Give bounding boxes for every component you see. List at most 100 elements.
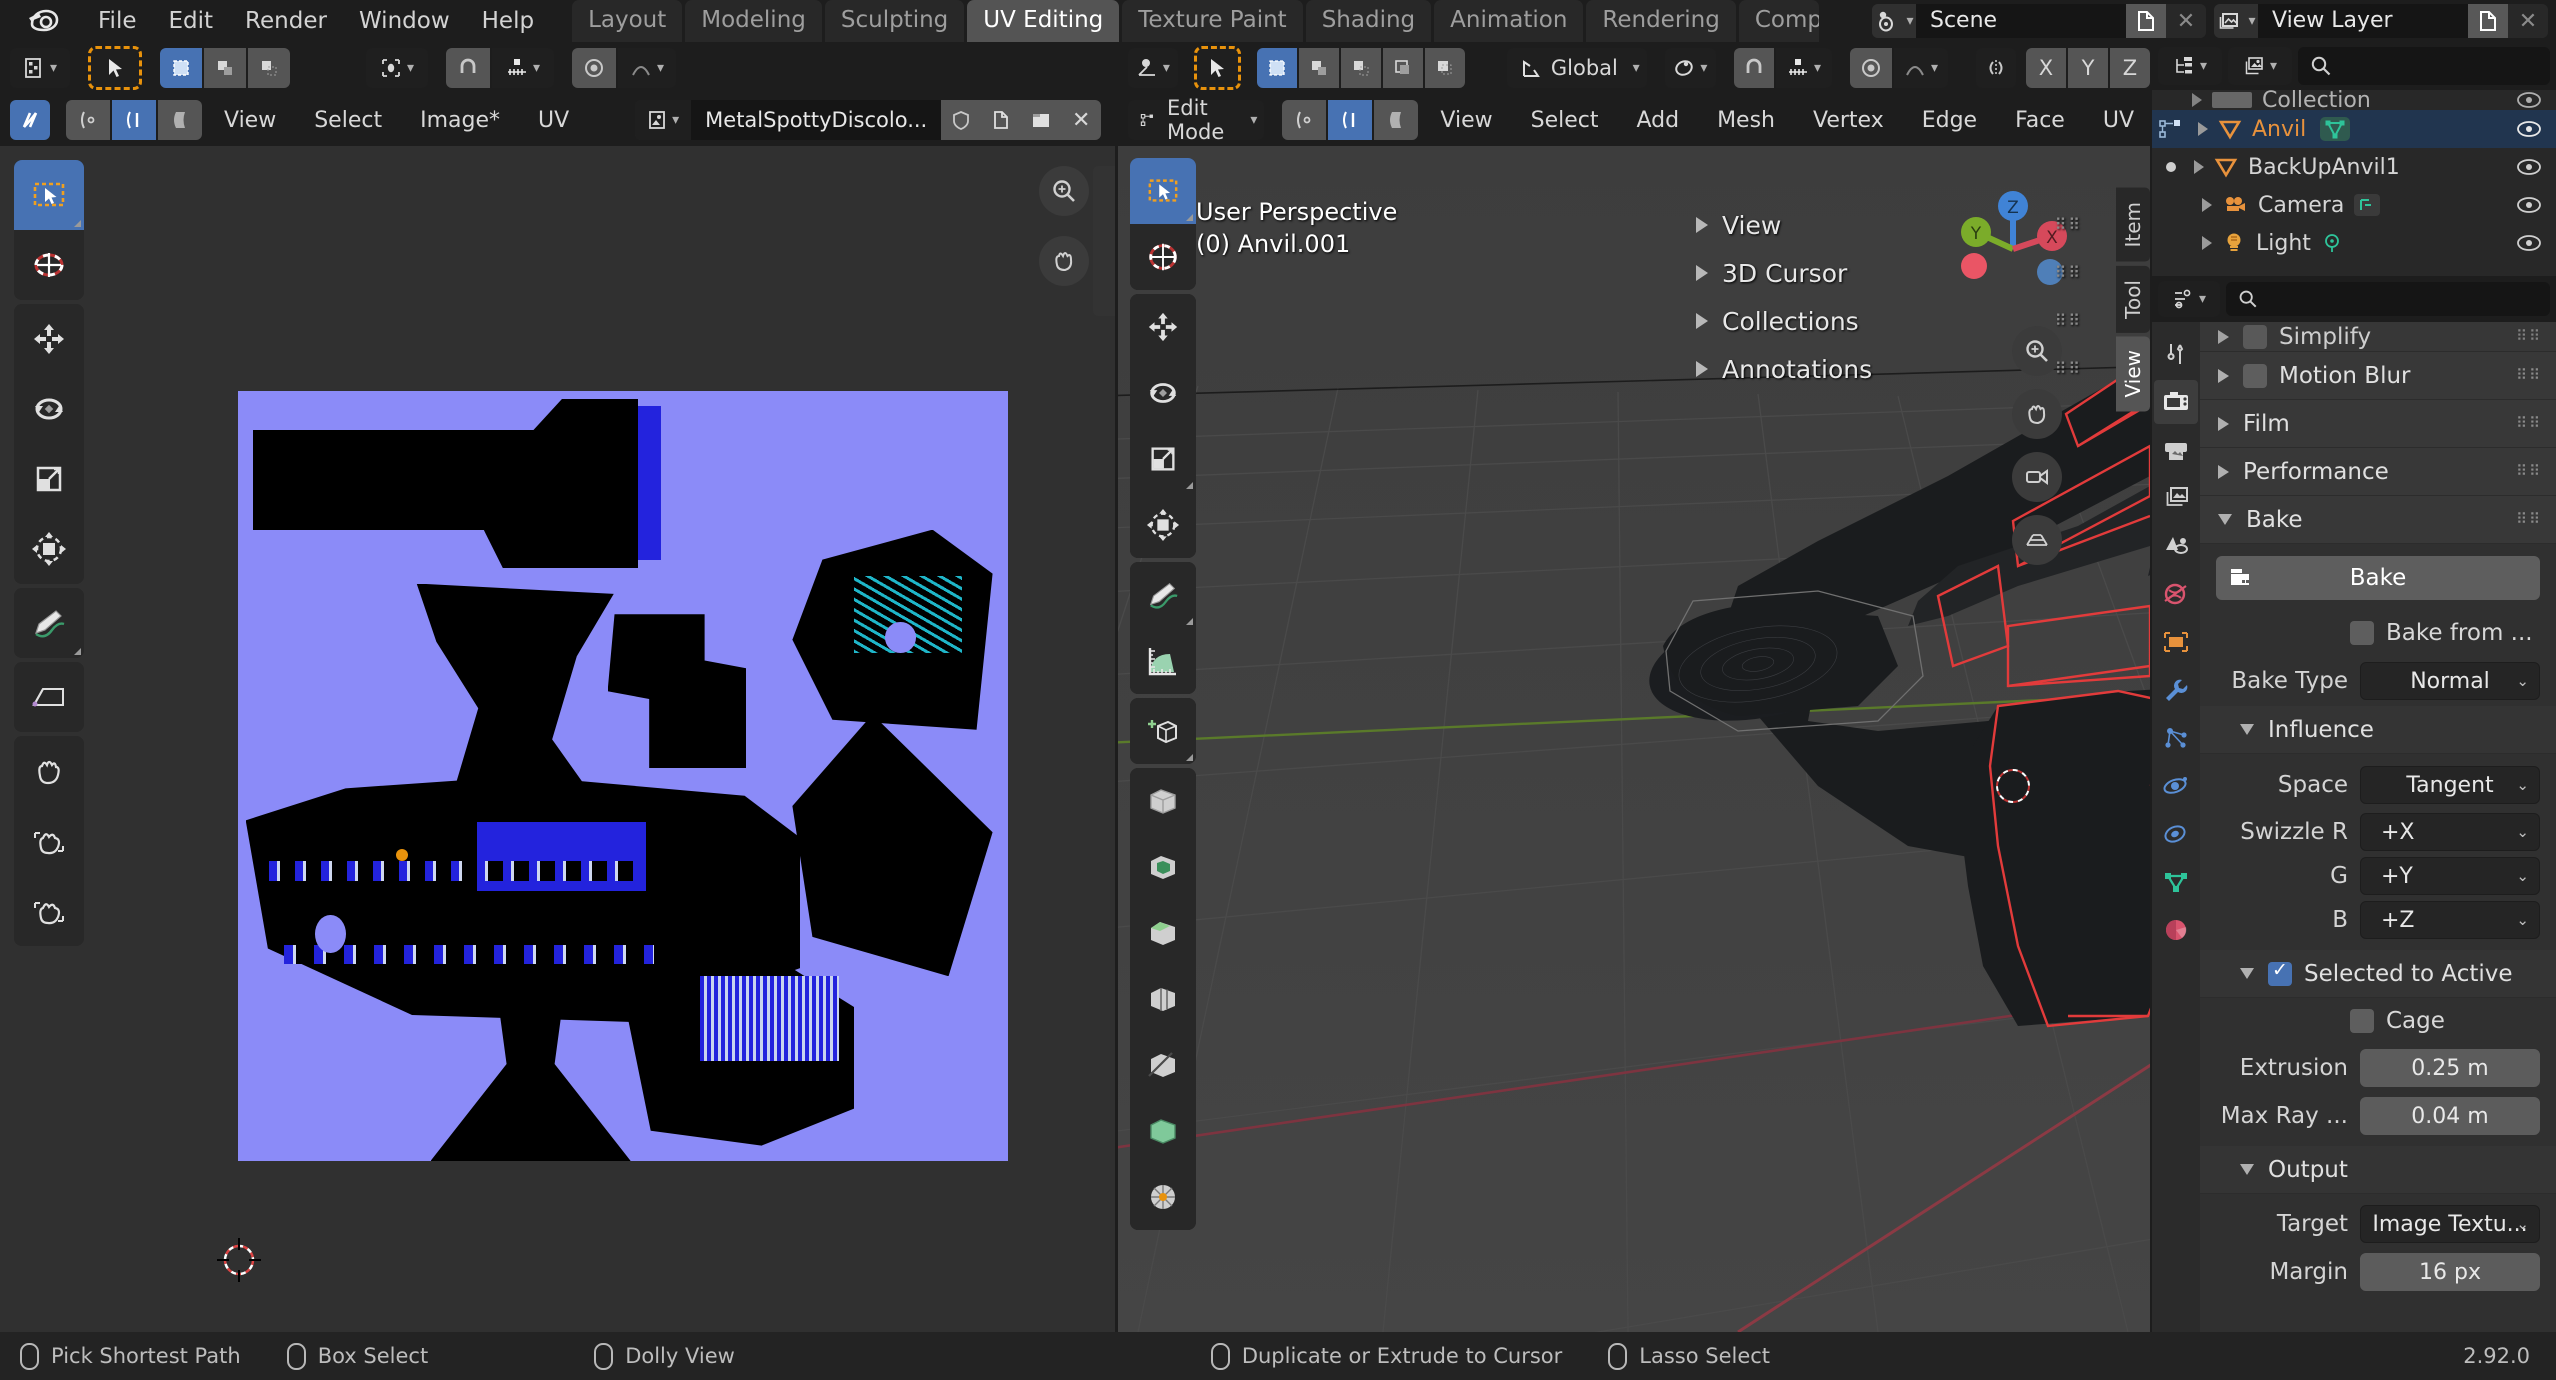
- uv-tool-annotate[interactable]: [14, 588, 84, 658]
- viewport-proportional-edit-icon[interactable]: [1850, 48, 1892, 88]
- extend-select-icon[interactable]: [1298, 48, 1339, 88]
- uv-extend-select-icon[interactable]: [204, 48, 246, 88]
- menu-render[interactable]: Render: [229, 5, 343, 37]
- mesh-data-icon[interactable]: [2154, 860, 2198, 904]
- workspace-tab-rendering[interactable]: Rendering: [1586, 0, 1736, 42]
- close-view-layer-button[interactable]: ✕: [2508, 4, 2548, 38]
- swizzle-r-dropdown[interactable]: +X ⌄: [2360, 813, 2540, 851]
- uv-tool-cursor[interactable]: [14, 230, 84, 300]
- uv-pivot-point-icon[interactable]: ▾: [366, 48, 428, 88]
- uv-tool-tweak[interactable]: [14, 160, 84, 230]
- shield-icon[interactable]: [941, 100, 982, 140]
- overlay-panel-view[interactable]: View ⠿⠿: [1696, 201, 2096, 249]
- properties-body[interactable]: Simplify ⠿⠿ Motion Blur ⠿⠿ Film ⠿⠿ Perfo…: [2200, 322, 2556, 1332]
- uv-snap-target-icon[interactable]: ▾: [492, 48, 554, 88]
- bake-from-row[interactable]: Bake from ...: [2200, 610, 2556, 656]
- vp-tool-annotate[interactable]: [1130, 562, 1196, 628]
- section-output[interactable]: Output: [2200, 1146, 2556, 1194]
- chevron-right-icon[interactable]: [2202, 198, 2212, 212]
- target-dropdown[interactable]: Image Textu... ⌄: [2360, 1205, 2540, 1243]
- uv-tool-rotate[interactable]: [14, 374, 84, 444]
- outliner-row-light[interactable]: Light: [2152, 224, 2556, 262]
- mirror-axis-y[interactable]: Y: [2068, 48, 2108, 88]
- uv-sync-selection-icon[interactable]: [10, 100, 50, 140]
- new-view-layer-button[interactable]: [2468, 4, 2508, 38]
- vp-tool-scale[interactable]: [1130, 426, 1196, 492]
- uv-vertex-select-icon[interactable]: [66, 100, 110, 140]
- viewport-menu-select[interactable]: Select: [1515, 108, 1615, 133]
- section-film[interactable]: Film ⠿⠿: [2200, 400, 2556, 448]
- selected-to-active-checkbox[interactable]: [2268, 959, 2292, 986]
- menu-edit[interactable]: Edit: [153, 5, 230, 37]
- uv-proportional-falloff-icon[interactable]: ▾: [618, 48, 676, 88]
- view-layer-name[interactable]: View Layer: [2258, 4, 2468, 38]
- vp-tool-poly-build[interactable]: [1130, 1098, 1196, 1164]
- chevron-right-icon[interactable]: [2198, 122, 2208, 136]
- mirror-axis-x[interactable]: X: [2026, 48, 2066, 88]
- uv-tool-pinch[interactable]: [14, 876, 84, 946]
- view-layer-icon[interactable]: ▾: [2214, 4, 2258, 38]
- section-selected-to-active[interactable]: Selected to Active: [2200, 950, 2556, 998]
- viewport-proportional-falloff-icon[interactable]: ▾: [1894, 48, 1948, 88]
- workspace-tab-modeling[interactable]: Modeling: [685, 0, 822, 42]
- overlay-panel-collections[interactable]: Collections ⠿⠿: [1696, 297, 2096, 345]
- mirror-icon[interactable]: [1976, 48, 2016, 88]
- vp-tool-knife[interactable]: [1130, 1032, 1196, 1098]
- scene-icon[interactable]: ▾: [1872, 4, 1916, 38]
- viewport-snap-target-icon[interactable]: ▾: [1776, 48, 1832, 88]
- bake-from-checkbox[interactable]: [2350, 621, 2374, 645]
- overlay-panel-3d-cursor[interactable]: 3D Cursor ⠿⠿: [1696, 249, 2096, 297]
- chevron-right-icon[interactable]: [2202, 236, 2212, 250]
- menu-help[interactable]: Help: [466, 5, 550, 37]
- vp-tool-inset-faces[interactable]: [1130, 834, 1196, 900]
- swizzle-g-dropdown[interactable]: +Y ⌄: [2360, 857, 2540, 895]
- set-select-icon[interactable]: [1256, 48, 1297, 88]
- simplify-checkbox[interactable]: [2243, 324, 2267, 349]
- viewport-menu-face[interactable]: Face: [1999, 108, 2081, 133]
- scene-cone-icon[interactable]: [2154, 524, 2198, 568]
- sidebar-tab-item[interactable]: Item: [2116, 188, 2150, 262]
- swizzle-b-dropdown[interactable]: +Z ⌄: [2360, 901, 2540, 939]
- workspace-tab-uv-editing[interactable]: UV Editing: [967, 0, 1120, 42]
- uv-menu-uv[interactable]: UV: [522, 108, 585, 133]
- unlink-image-button[interactable]: ✕: [1061, 100, 1102, 140]
- camera-data-icon[interactable]: [2354, 194, 2381, 216]
- close-scene-button[interactable]: ✕: [2166, 4, 2206, 38]
- uv-tool-transform[interactable]: [14, 514, 84, 584]
- blender-logo-icon[interactable]: [26, 4, 60, 38]
- viewport-menu-uv[interactable]: UV: [2087, 108, 2150, 133]
- vp-tool-move[interactable]: [1130, 294, 1196, 360]
- viewport-menu-edge[interactable]: Edge: [1906, 108, 1993, 133]
- cage-checkbox[interactable]: [2350, 1009, 2374, 1033]
- menu-window[interactable]: Window: [343, 5, 466, 37]
- vertex-select-icon[interactable]: [1282, 100, 1327, 140]
- view-layer-selector[interactable]: ▾ View Layer ✕: [2214, 4, 2548, 38]
- outliner-filter-icon[interactable]: ▾: [2228, 47, 2292, 85]
- workspace-tab-animation[interactable]: Animation: [1434, 0, 1584, 42]
- uv-set-select-icon[interactable]: [160, 48, 202, 88]
- outliner-row-camera[interactable]: Camera: [2152, 186, 2556, 224]
- viewport-pivot-point-icon[interactable]: ▾: [1664, 48, 1716, 88]
- vp-tool-bevel[interactable]: [1130, 900, 1196, 966]
- viewport-menu-mesh[interactable]: Mesh: [1701, 108, 1791, 133]
- uv-image-background[interactable]: [238, 391, 1008, 1161]
- scene-name[interactable]: Scene: [1916, 4, 2126, 38]
- workspace-tab-texture-paint[interactable]: Texture Paint: [1122, 0, 1303, 42]
- viewport-tweak-select-icon[interactable]: [1193, 46, 1241, 90]
- invert-select-icon[interactable]: [1382, 48, 1423, 88]
- edge-select-icon[interactable]: [1328, 100, 1373, 140]
- uv-tool-grab[interactable]: [14, 736, 84, 806]
- section-influence[interactable]: Influence: [2200, 706, 2556, 754]
- section-motion-blur[interactable]: Motion Blur ⠿⠿: [2200, 352, 2556, 400]
- intersect-select-icon[interactable]: [1424, 48, 1465, 88]
- section-performance[interactable]: Performance ⠿⠿: [2200, 448, 2556, 496]
- vp-tool-loop-cut[interactable]: [1130, 966, 1196, 1032]
- overlay-panel-annotations[interactable]: Annotations ⠿⠿: [1696, 345, 2096, 393]
- vp-tool-measure[interactable]: [1130, 628, 1196, 694]
- image-browse-icon[interactable]: ▾: [635, 100, 692, 140]
- bake-type-dropdown[interactable]: Normal ⌄: [2360, 662, 2540, 700]
- images-icon[interactable]: [2154, 476, 2198, 520]
- subtract-select-icon[interactable]: [1340, 48, 1381, 88]
- eye-icon[interactable]: [2516, 90, 2542, 110]
- uv-menu-image[interactable]: Image*: [404, 108, 516, 133]
